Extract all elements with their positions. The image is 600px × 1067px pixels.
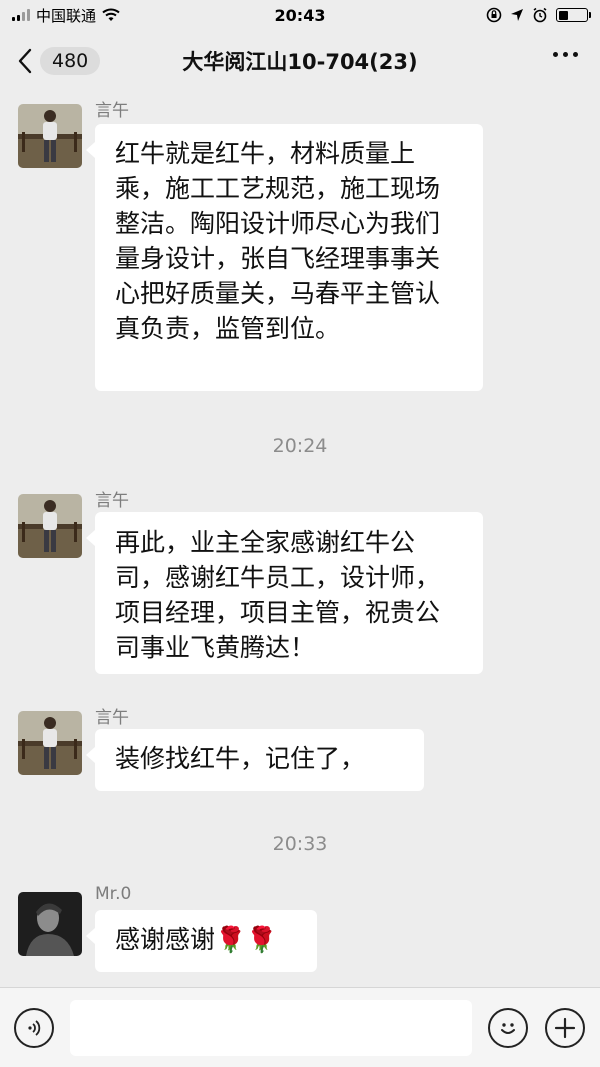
sender-name: Mr.0 bbox=[95, 884, 132, 904]
avatar[interactable] bbox=[18, 104, 82, 168]
emoji-icon[interactable] bbox=[488, 1008, 528, 1048]
wifi-icon bbox=[102, 8, 120, 21]
message-item: 言午 红牛就是红牛，材料质量上乘，施工工艺规范，施工现场整洁。陶阳设计师尽心为我… bbox=[18, 96, 578, 396]
status-left: 中国联通 bbox=[12, 5, 120, 26]
message-item: Mr.0 感谢感谢🌹🌹 bbox=[18, 884, 578, 984]
voice-icon[interactable] bbox=[14, 1008, 54, 1048]
carrier-label: 中国联通 bbox=[36, 6, 97, 25]
chat-header: 480 大华阅江山10-704(23) bbox=[0, 30, 600, 92]
location-icon bbox=[511, 9, 523, 21]
input-bar bbox=[0, 987, 600, 1067]
signal-icon bbox=[12, 9, 30, 21]
orientation-lock-icon bbox=[486, 7, 502, 23]
message-item: 言午 装修找红牛，记住了， bbox=[18, 703, 578, 803]
more-icon[interactable] bbox=[553, 52, 578, 57]
status-bar: 中国联通 20:43 bbox=[0, 0, 600, 30]
timestamp: 20:33 bbox=[272, 833, 328, 855]
message-input[interactable] bbox=[70, 1000, 472, 1056]
chat-title: 大华阅江山10-704(23) bbox=[182, 50, 418, 74]
sender-name: 言午 bbox=[95, 101, 129, 121]
message-bubble[interactable]: 装修找红牛，记住了， bbox=[86, 729, 424, 791]
avatar[interactable] bbox=[18, 892, 82, 956]
message-bubble[interactable]: 红牛就是红牛，材料质量上乘，施工工艺规范，施工现场整洁。陶阳设计师尽心为我们量身… bbox=[86, 124, 483, 391]
avatar[interactable] bbox=[18, 494, 82, 558]
battery-icon bbox=[556, 8, 591, 22]
message-bubble[interactable]: 再此，业主全家感谢红牛公司，感谢红牛员工，设计师，项目经理，项目主管，祝贵公司事… bbox=[86, 512, 483, 674]
sender-name: 言午 bbox=[95, 708, 129, 728]
message-list[interactable]: 言午 红牛就是红牛，材料质量上乘，施工工艺规范，施工现场整洁。陶阳设计师尽心为我… bbox=[0, 92, 600, 987]
message-item: 言午 再此，业主全家感谢红牛公司，感谢红牛员工，设计师，项目经理，项目主管，祝贵… bbox=[18, 486, 578, 686]
message-bubble[interactable]: 感谢感谢🌹🌹 bbox=[86, 910, 317, 972]
sender-name: 言午 bbox=[95, 491, 129, 511]
alarm-icon bbox=[533, 7, 547, 23]
avatar[interactable] bbox=[18, 711, 82, 775]
plus-icon[interactable] bbox=[545, 1008, 585, 1048]
status-right bbox=[486, 7, 591, 23]
timestamp: 20:24 bbox=[272, 435, 328, 457]
